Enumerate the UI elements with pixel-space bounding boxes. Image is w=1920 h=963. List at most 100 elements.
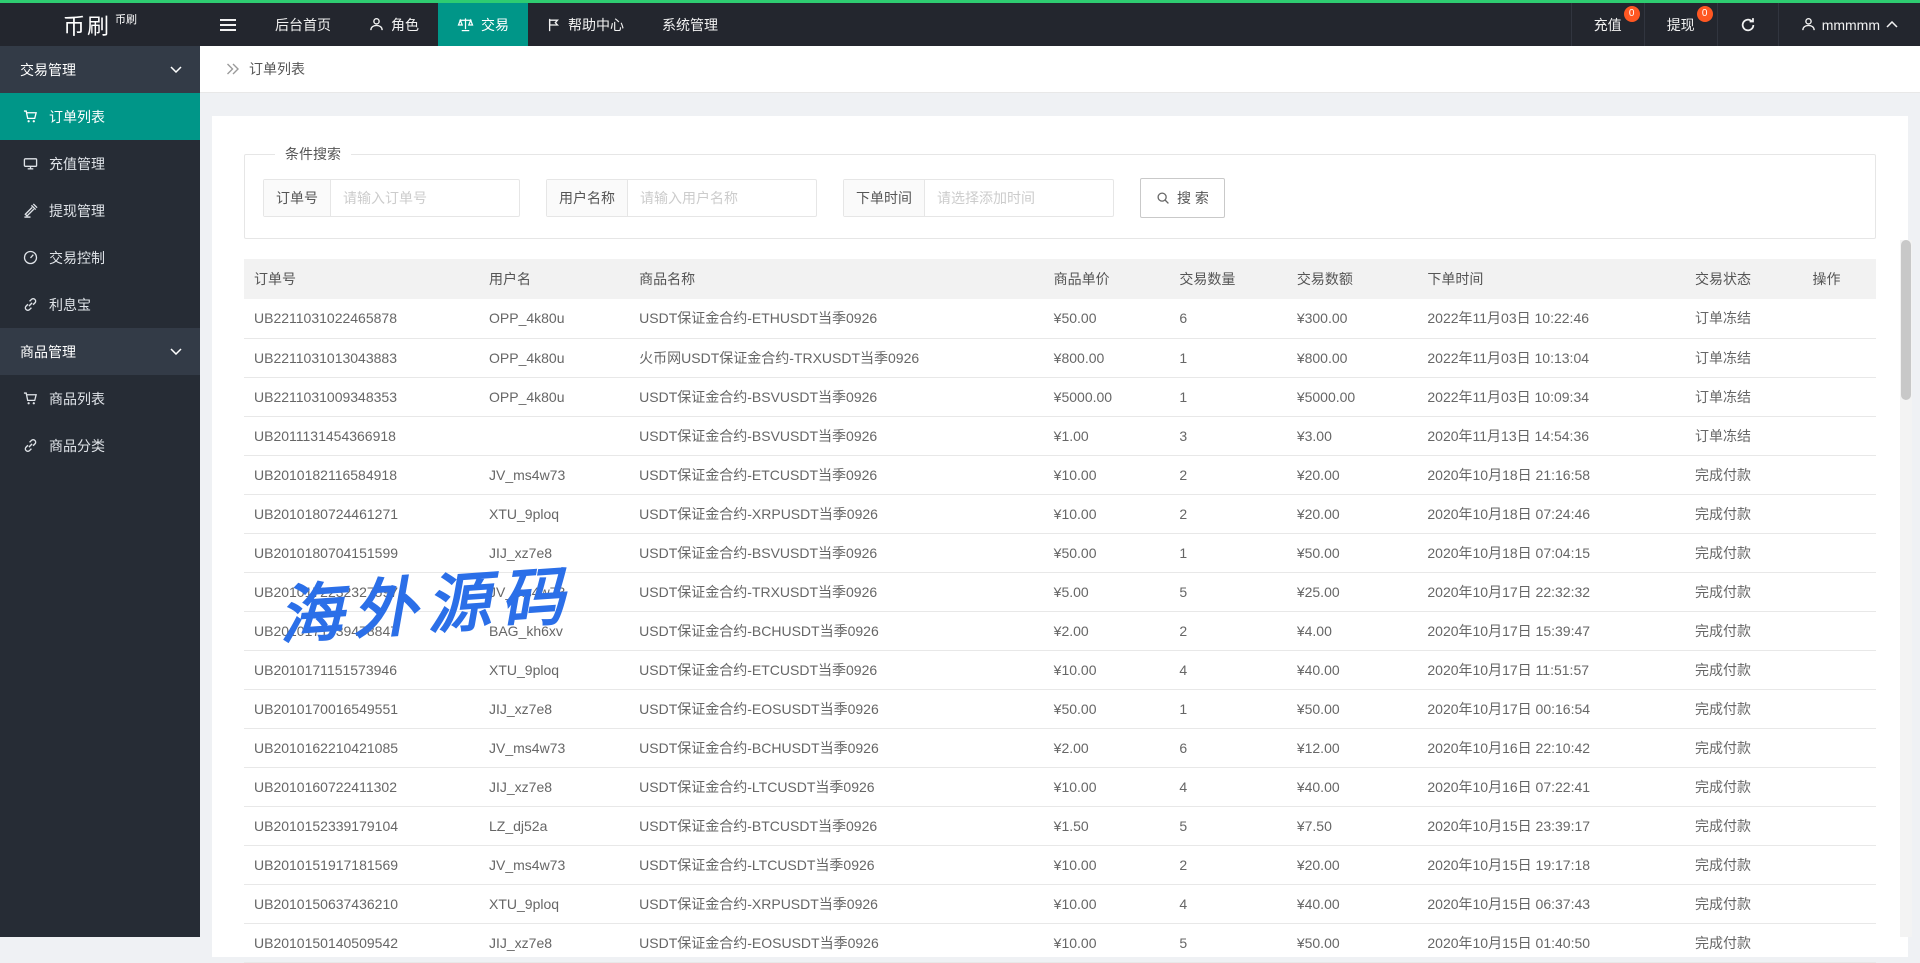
table-cell: 2 [1169,845,1287,884]
table-cell: ¥40.00 [1287,884,1418,923]
sidebar-item-withdraw-manage[interactable]: 提现管理 [0,187,200,234]
table-cell: UB2010171151573946 [244,650,479,689]
nav-item-home[interactable]: 后台首页 [256,3,350,46]
table-row: UB2211031013043883OPP_4k80u火币网USDT保证金合约-… [244,338,1876,377]
table-header-row: 订单号用户名商品名称商品单价交易数量交易数额下单时间交易状态操作 [244,259,1876,299]
table-row: UB2010180704151599JIJ_xz7e8USDT保证金合约-BSV… [244,533,1876,572]
table-cell: ¥1.50 [1044,806,1170,845]
logo-badge-text: 币刷 [115,11,137,27]
table-cell: 订单冻结 [1685,377,1803,416]
table-cell: USDT保证金合约-LTCUSDT当季0926 [629,767,1044,806]
table-cell: 2020年10月18日 21:16:58 [1417,455,1685,494]
user-name: mmmmm [1822,17,1880,33]
table-cell: 2020年10月16日 22:10:42 [1417,728,1685,767]
search-button[interactable]: 搜 索 [1140,178,1225,218]
nav-action-withdraw[interactable]: 提现0 [1644,3,1717,46]
table-row: UB2211031009348353OPP_4k80uUSDT保证金合约-BSV… [244,377,1876,416]
table-row: UB2010170016549551JIJ_xz7e8USDT保证金合约-EOS… [244,689,1876,728]
table-row: UB2211031022465878OPP_4k80uUSDT保证金合约-ETH… [244,299,1876,338]
user-menu[interactable]: mmmmm [1778,3,1920,46]
nav-action-label: 充值 [1594,15,1622,35]
sidebar-section-product-manage[interactable]: 商品管理 [0,328,200,375]
table-row: UB2010171539478847BAG_kh6xvUSDT保证金合约-BCH… [244,611,1876,650]
table-cell [1803,806,1876,845]
table-cell [1803,377,1876,416]
sidebar: 交易管理订单列表充值管理提现管理交易控制利息宝商品管理商品列表商品分类 [0,46,200,937]
nav-action-label: 提现 [1667,15,1695,35]
sidebar-section-trade-manage[interactable]: 交易管理 [0,46,200,93]
search-input-username[interactable] [628,180,816,216]
table-cell: JV_ms4w73 [479,845,629,884]
table-cell: 2020年10月15日 19:17:18 [1417,845,1685,884]
scrollbar-track[interactable] [1900,240,1912,937]
scales-icon [457,17,474,32]
sidebar-item-recharge-manage[interactable]: 充值管理 [0,140,200,187]
table-cell: 3 [1169,416,1287,455]
user-icon [1801,17,1816,32]
nav-item-help[interactable]: 帮助中心 [528,3,643,46]
refresh-button[interactable] [1717,3,1778,46]
table-cell [1803,767,1876,806]
table-cell: ¥10.00 [1044,923,1170,962]
table-cell [1803,884,1876,923]
table-cell: BAG_kh6xv [479,611,629,650]
table-cell: ¥5000.00 [1044,377,1170,416]
table-cell: 4 [1169,884,1287,923]
table-cell: 2020年11月13日 14:54:36 [1417,416,1685,455]
table-row: UB2010150637436210XTU_9ploqUSDT保证金合约-XRP… [244,884,1876,923]
table-cell: ¥50.00 [1287,689,1418,728]
search-panel-title: 条件搜索 [275,144,351,164]
app-logo[interactable]: 币刷 币刷 [0,3,200,46]
table-cell: USDT保证金合约-BTCUSDT当季0926 [629,806,1044,845]
table-cell: 2 [1169,611,1287,650]
table-cell: ¥4.00 [1287,611,1418,650]
table-cell: 完成付款 [1685,533,1803,572]
nav-action-recharge[interactable]: 充值0 [1571,3,1644,46]
search-input-order-no[interactable] [331,180,519,216]
sidebar-item-label: 交易控制 [49,248,105,268]
nav-item-label: 后台首页 [275,15,331,35]
table-cell: USDT保证金合约-BSVUSDT当季0926 [629,533,1044,572]
scrollbar-thumb[interactable] [1901,240,1911,400]
table-cell: 2020年10月15日 06:37:43 [1417,884,1685,923]
search-field-label: 用户名称 [547,180,628,216]
column-header: 订单号 [244,259,479,299]
table-cell: ¥50.00 [1044,533,1170,572]
table-row: UB2010172232327597JV_ms4w73USDT保证金合约-TRX… [244,572,1876,611]
link-icon [23,297,38,312]
table-cell: 完成付款 [1685,728,1803,767]
nav-menu: 后台首页角色交易帮助中心系统管理 [200,3,737,46]
main-content: 条件搜索 订单号用户名称下单时间 搜 索 订单号用户名商品名称商品单价交易数量交… [200,93,1920,937]
sidebar-toggle-button[interactable] [200,3,256,46]
nav-item-system[interactable]: 系统管理 [643,3,737,46]
table-cell: UB2010162210421085 [244,728,479,767]
table-cell: USDT保证金合约-ETHUSDT当季0926 [629,299,1044,338]
table-cell: 2 [1169,455,1287,494]
table-cell: 火币网USDT保证金合约-TRXUSDT当季0926 [629,338,1044,377]
sidebar-item-order-list[interactable]: 订单列表 [0,93,200,140]
table-cell: 2020年10月15日 01:40:50 [1417,923,1685,962]
sidebar-item-lixibao[interactable]: 利息宝 [0,281,200,328]
table-cell: 订单冻结 [1685,299,1803,338]
nav-item-trade[interactable]: 交易 [438,3,528,46]
search-input-order-time[interactable] [925,180,1113,216]
table-cell: OPP_4k80u [479,299,629,338]
sidebar-item-label: 商品列表 [49,389,105,409]
table-cell: XTU_9ploq [479,884,629,923]
sidebar-item-label: 订单列表 [49,107,105,127]
table-cell: ¥300.00 [1287,299,1418,338]
sidebar-item-product-list[interactable]: 商品列表 [0,375,200,422]
table-cell: 完成付款 [1685,455,1803,494]
table-cell: UB2211031009348353 [244,377,479,416]
table-cell: USDT保证金合约-EOSUSDT当季0926 [629,689,1044,728]
search-button-label: 搜 索 [1177,188,1209,208]
chevron-down-icon [170,348,182,355]
nav-item-roles[interactable]: 角色 [350,3,438,46]
table-cell: UB2010150637436210 [244,884,479,923]
sidebar-item-trade-control[interactable]: 交易控制 [0,234,200,281]
table-cell: USDT保证金合约-ETCUSDT当季0926 [629,455,1044,494]
navbar: 币刷 币刷 后台首页角色交易帮助中心系统管理 充值0提现0 mmmmm [0,3,1920,46]
table-cell: ¥50.00 [1287,923,1418,962]
table-cell: 完成付款 [1685,845,1803,884]
sidebar-item-product-category[interactable]: 商品分类 [0,422,200,469]
